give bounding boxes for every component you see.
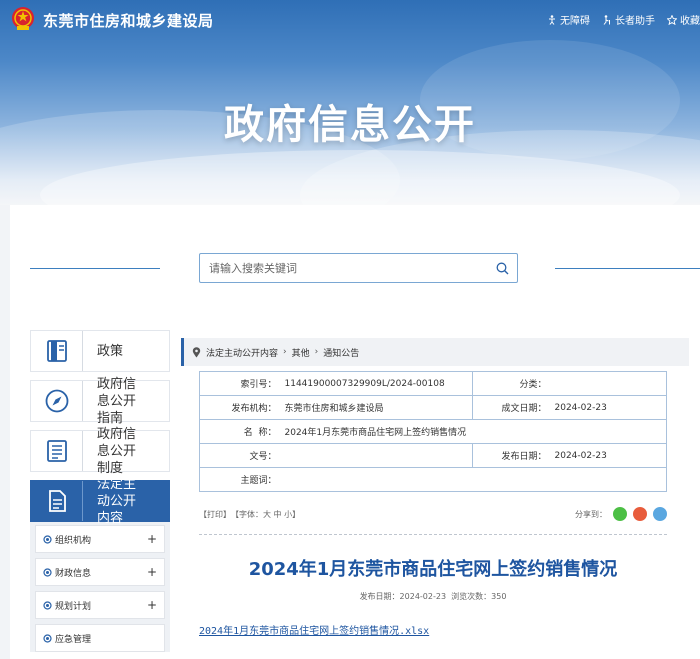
chevron-right-icon: › [314,347,319,357]
sidebar-item-guide[interactable]: 政府信息公开指南 [30,377,170,426]
expand-icon[interactable]: + [147,532,157,546]
pub-date-label: 发布日期： [472,443,551,468]
breadcrumb-item[interactable]: 通知公告 [323,346,359,359]
index-label: 索引号： [199,371,281,396]
doc-number-value [280,443,473,468]
table-row: 文号： 发布日期： 2024-02-23 [199,443,667,468]
subject-value [280,467,667,492]
weibo-share-icon[interactable] [633,507,647,521]
submenu-item-label: 组织机构 [55,535,92,546]
sidebar-item-policy[interactable]: 政策 [30,330,170,372]
elderly-icon [603,14,610,25]
print-link[interactable]: 【打印】 [199,509,231,520]
table-row: 主题词： [199,467,667,492]
chevron-right-icon: › [283,347,287,357]
document-info-table: 索引号： 11441900007329909L/2024-00108 分类： 发… [199,371,667,492]
star-icon [667,14,677,25]
doc-number-label: 文号： [199,443,281,468]
publisher-value: 东莞市住房和城乡建设局 [280,395,473,420]
compass-icon [45,389,68,413]
search-icon [496,262,508,274]
sidebar-item-system[interactable]: 政府信息公开制度 [30,427,170,476]
sidebar-submenu: 组织机构 + 财政信息 + 规划计划 + 应急管理 [30,522,170,652]
national-emblem-icon[interactable] [11,6,35,32]
category-label: 分类： [472,371,551,396]
attachment-link[interactable]: 2024年1月东莞市商品住宅网上签约销售情况.xlsx [199,622,429,637]
favorite-link[interactable]: 收藏 [667,12,700,27]
elderly-helper-link[interactable]: 长者助手 [602,12,655,27]
search-input[interactable] [200,254,487,282]
submenu-item-label: 规划计划 [55,601,92,612]
search-row [10,253,700,283]
submenu-item-finance[interactable]: 财政信息 + [35,558,165,586]
document-icon [48,490,66,512]
search-box [199,253,518,283]
table-row: 索引号： 11441900007329909L/2024-00108 分类： [199,371,667,396]
divider-line [30,268,160,269]
breadcrumb-item[interactable]: 法定主动公开内容 [206,346,278,359]
accessibility-icon [549,14,555,25]
table-row: 名 称： 2024年1月东莞市商品住宅网上签约销售情况 [199,419,667,444]
bullet-icon [43,567,52,577]
elderly-helper-label: 长者助手 [615,16,655,27]
divider-line [555,268,700,269]
submenu-item-label: 财政信息 [55,568,92,579]
content-panel: 政策 政府信息公开指南 政府信息公开制度 法定主动公开内容 组织机构 + [10,205,700,659]
location-pin-icon [192,346,201,357]
sidebar: 政策 政府信息公开指南 政府信息公开制度 法定主动公开内容 组织机构 + 财政信… [30,330,170,657]
pub-date-value: 2024-02-23 [550,443,667,468]
doc-date-label: 成文日期： [472,395,551,420]
publisher-label: 发布机构： [199,395,281,420]
index-value: 11441900007329909L/2024-00108 [280,371,473,396]
accessibility-label: 无障碍 [560,16,590,27]
share-bar: 分享到： [575,507,667,521]
sidebar-item-label: 政府信息公开制度 [97,426,137,476]
site-name[interactable]: 东莞市住房和城乡建设局 [43,10,214,31]
article-meta: 发布日期：2024-02-23 浏览次数：350 [359,592,507,601]
book-icon [46,340,67,362]
wechat-share-icon[interactable] [613,507,627,521]
name-value: 2024年1月东莞市商品住宅网上签约销售情况 [280,419,667,444]
bullet-icon [43,633,52,643]
utility-tools: 无障碍 长者助手 收藏 [547,12,700,27]
header-banner: 东莞市住房和城乡建设局 无障碍 长者助手 收藏 政府信息公开 [0,0,700,205]
share-label: 分享到： [575,509,607,519]
subject-label: 主题词： [199,467,281,492]
bullet-icon [43,600,52,610]
article-title: 2024年1月东莞市商品住宅网上签约销售情况 [248,559,618,580]
name-label: 名 称： [199,419,281,444]
sidebar-item-label: 政府信息公开指南 [97,376,137,426]
submenu-item-planning[interactable]: 规划计划 + [35,591,165,619]
breadcrumb-item[interactable]: 其他 [292,346,310,359]
favorite-label: 收藏 [680,16,700,27]
submenu-item-emergency[interactable]: 应急管理 [35,624,165,652]
table-row: 发布机构： 东莞市住房和城乡建设局 成文日期： 2024-02-23 [199,395,667,420]
sidebar-item-active-disclosure[interactable]: 法定主动公开内容 [30,477,170,526]
category-value [550,371,667,396]
expand-icon[interactable]: + [147,598,157,612]
expand-icon[interactable]: + [147,565,157,579]
search-button[interactable] [487,254,517,282]
main-content: 法定主动公开内容 › 其他 › 通知公告 索引号： 11441900007329… [181,338,689,638]
bullet-icon [43,534,52,544]
page-title: 政府信息公开 [224,102,476,148]
divider-line [199,534,667,535]
qq-share-icon[interactable] [653,507,667,521]
breadcrumb: 法定主动公开内容 › 其他 › 通知公告 [181,338,689,366]
top-bar: 东莞市住房和城乡建设局 无障碍 长者助手 收藏 [0,0,700,40]
sidebar-item-label: 法定主动公开内容 [97,476,137,526]
sidebar-item-label: 政策 [97,343,124,359]
article-tools: 【打印】 【字体：大 中 小】 分享到： [199,506,667,522]
submenu-item-organization[interactable]: 组织机构 + [35,525,165,553]
font-size-control[interactable]: 【字体：大 中 小】 [231,509,300,520]
doc-date-value: 2024-02-23 [550,395,667,420]
submenu-item-label: 应急管理 [55,634,92,645]
accessibility-link[interactable]: 无障碍 [547,12,590,27]
list-doc-icon [46,440,67,462]
